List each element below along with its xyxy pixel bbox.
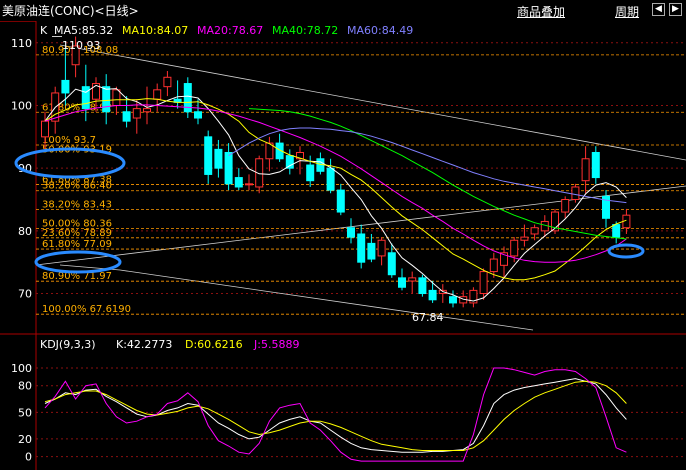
candle-body — [591, 151, 600, 179]
fib-label: 61.80% 77.09 — [42, 239, 112, 250]
candle-body — [367, 242, 376, 260]
candle-body — [81, 86, 90, 110]
ma-legend-item: MA5:85.32 — [54, 24, 113, 37]
candle-body — [418, 277, 427, 295]
y-tick-label: 100 — [11, 99, 32, 112]
candle-body — [387, 252, 396, 276]
y-tick-label: 80 — [18, 225, 32, 238]
candle-body — [357, 233, 366, 263]
low-price-label: 67.84 — [412, 311, 444, 324]
y-tick-label: 110 — [11, 37, 32, 50]
ma-legend-item: MA40:78.72 — [272, 24, 338, 37]
candle-body — [571, 186, 580, 201]
candle-body — [449, 296, 457, 304]
kdj-y-tick-label: 100 — [11, 362, 32, 375]
candle-body — [326, 167, 335, 191]
candle-body — [214, 148, 223, 169]
candle-body — [581, 158, 590, 182]
candle-body — [245, 183, 253, 186]
candle-body — [377, 239, 386, 257]
candle-body — [561, 199, 570, 213]
candle-body — [428, 289, 437, 301]
candle-body — [612, 224, 621, 238]
candle-body — [306, 164, 315, 182]
candle-body — [204, 136, 213, 175]
candle-body — [132, 108, 141, 119]
candle-body — [234, 177, 243, 188]
candle-body — [336, 189, 345, 213]
candle-body — [61, 79, 70, 94]
fib-label: 23.60% 78.89 — [42, 228, 112, 239]
candle-body — [530, 227, 539, 235]
fib-label: 38.20% 83.43 — [42, 199, 112, 210]
candle-body — [479, 271, 488, 295]
candle-body — [489, 258, 498, 273]
ma-legend-item: MA10:84.07 — [122, 24, 188, 37]
chart-canvas: 708090100110 80.90% 108.0861.80% 98.9210… — [0, 21, 686, 470]
ma-legend-item: K — [40, 24, 48, 37]
candle-body — [112, 89, 121, 106]
fib-label: 38.20% 86.40 — [42, 181, 112, 192]
ma-legend-item: MA20:78.67 — [197, 24, 263, 37]
high-price-label: 110.93 — [62, 39, 101, 52]
candle-body — [398, 277, 406, 288]
kdj-y-tick-label: 20 — [18, 433, 32, 446]
candle-body — [408, 277, 417, 282]
kdj-y-tick-label: 0 — [25, 451, 32, 464]
candle-body — [143, 108, 151, 113]
candle-body — [102, 86, 111, 113]
candle-body — [347, 227, 355, 238]
kdj-legend-item: J:5.5889 — [253, 338, 299, 351]
candle-body — [224, 151, 233, 185]
candle-body — [41, 120, 49, 138]
candle-body — [510, 239, 519, 257]
candle-body — [122, 111, 131, 122]
ma-legend-item: MA60:84.49 — [347, 24, 413, 37]
kdj-legend-item: K:42.2773 — [116, 338, 172, 351]
y-tick-label: 70 — [18, 288, 32, 301]
kdj-legend-item: KDJ(9,3,3) — [40, 338, 96, 351]
fib-label: 100.00% 67.6190 — [42, 304, 131, 315]
candle-body — [194, 111, 202, 119]
kdj-y-tick-label: 50 — [18, 406, 32, 419]
kdj-y-tick-label: 80 — [18, 380, 32, 393]
candle-body — [153, 89, 162, 100]
kdj-legend-item: D:60.6216 — [185, 338, 243, 351]
candle-body — [163, 76, 172, 88]
candle-body — [520, 236, 529, 241]
